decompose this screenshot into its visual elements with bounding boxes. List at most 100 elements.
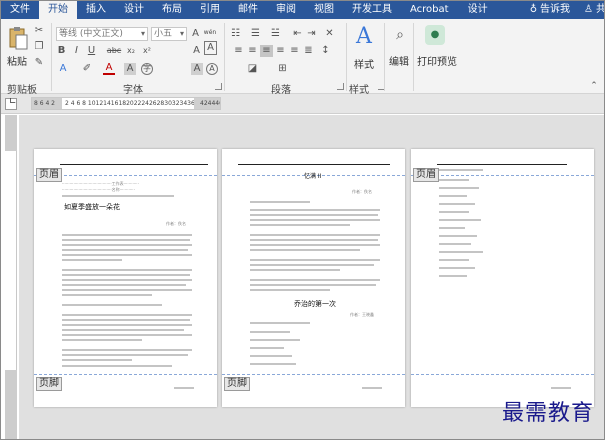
- collapse-ribbon-icon[interactable]: ⌃: [589, 81, 599, 91]
- tab-design[interactable]: 设计: [115, 1, 153, 19]
- char-shading-icon[interactable]: A: [124, 63, 136, 75]
- italic-icon[interactable]: I: [71, 45, 82, 57]
- tab-review[interactable]: 审阅: [267, 1, 305, 19]
- format-painter-icon[interactable]: ✎: [33, 57, 45, 69]
- vertical-ruler[interactable]: [5, 115, 17, 439]
- styles-button-label[interactable]: 样式: [354, 56, 374, 71]
- text-line: [439, 235, 477, 237]
- tell-me-box[interactable]: ♁ 告诉我: [522, 1, 570, 19]
- tab-mailings[interactable]: 邮件: [229, 1, 267, 19]
- tab-references[interactable]: 引用: [191, 1, 229, 19]
- tab-developer[interactable]: 开发工具: [343, 1, 401, 19]
- paste-label[interactable]: 粘贴: [7, 53, 27, 68]
- borders-icon[interactable]: ⊞: [276, 63, 289, 75]
- styles-icon[interactable]: A: [351, 24, 377, 50]
- text-line: [62, 289, 192, 291]
- text-line: [250, 219, 380, 221]
- grow-font-icon[interactable]: A: [190, 28, 201, 40]
- highlight-icon[interactable]: ✐: [81, 63, 93, 75]
- text-line: [62, 304, 162, 306]
- char-border-icon[interactable]: A: [204, 41, 217, 55]
- decrease-indent-icon[interactable]: ⇤: [291, 28, 304, 40]
- font-size-combo[interactable]: 小五 ▾: [151, 27, 187, 41]
- print-preview-icon[interactable]: ●: [425, 25, 445, 45]
- vruler-top-margin: [5, 115, 17, 151]
- print-preview-label[interactable]: 打印预览: [417, 53, 457, 68]
- footer-boundary: [411, 374, 594, 375]
- cut-icon[interactable]: ✂: [33, 25, 45, 37]
- phonetic-guide-icon[interactable]: wén: [202, 25, 218, 41]
- footer-tag[interactable]: 页脚: [224, 377, 250, 391]
- bullets-icon[interactable]: ☷: [229, 28, 242, 40]
- tab-selector[interactable]: ∟: [5, 97, 17, 110]
- align-center-icon[interactable]: ≡: [260, 45, 273, 57]
- chinese-layout-icon[interactable]: ✕: [323, 28, 336, 40]
- header-tag[interactable]: 页眉: [413, 168, 439, 182]
- tab-view[interactable]: 视图: [305, 1, 343, 19]
- bold-icon[interactable]: B: [56, 45, 67, 57]
- page2-subtitle: 乔治的第一次: [294, 300, 336, 308]
- line-spacing-icon[interactable]: ↕: [319, 45, 332, 57]
- superscript-icon[interactable]: x²: [141, 45, 153, 57]
- header-rule: [60, 164, 208, 165]
- copy-icon[interactable]: ❐: [33, 41, 45, 53]
- tab-file[interactable]: 文件: [1, 1, 39, 19]
- enclose-char-icon[interactable]: 字: [141, 63, 153, 75]
- text-line: [439, 243, 471, 245]
- clear-format-icon[interactable]: A: [191, 45, 202, 57]
- text-line: [250, 244, 380, 246]
- footer-tag[interactable]: 页脚: [36, 377, 62, 391]
- font-size-aa-icon[interactable]: A: [191, 63, 203, 75]
- text-line: [62, 249, 188, 251]
- horizontal-ruler[interactable]: 8 6 4 2 2 4 6 8 101214161820222426283032…: [31, 97, 221, 110]
- font-color-icon[interactable]: A: [103, 63, 115, 75]
- separator: [224, 23, 225, 91]
- page-3[interactable]: 页眉: [411, 149, 594, 407]
- page-1[interactable]: 页眉 ·····································…: [34, 149, 217, 407]
- paragraph-dialog-launcher[interactable]: [337, 83, 344, 90]
- tab-acrobat[interactable]: Acrobat: [401, 1, 458, 19]
- page1-title: 如夏季盛放一朵花: [64, 203, 120, 211]
- increase-indent-icon[interactable]: ⇥: [305, 28, 318, 40]
- font-name-combo[interactable]: 等线 (中文正文) ▾: [56, 27, 148, 41]
- text-line: [62, 339, 142, 341]
- share-button[interactable]: ♙ 共: [570, 1, 604, 19]
- separator: [384, 23, 385, 91]
- strikethrough-icon[interactable]: abc: [107, 45, 121, 57]
- page-2[interactable]: 忆满 II 作者：佚名 乔治的第一次 作者：王晓鑫 页脚: [222, 149, 405, 407]
- shading-icon[interactable]: ◪: [246, 63, 259, 75]
- distributed-icon[interactable]: ≣: [302, 45, 315, 57]
- header-tag[interactable]: 页眉: [36, 168, 62, 182]
- paste-icon[interactable]: [7, 25, 29, 51]
- text-line: [439, 219, 481, 221]
- multilevel-icon[interactable]: ☱: [269, 28, 282, 40]
- text-line: [250, 234, 380, 236]
- tab-home[interactable]: 开始: [39, 1, 77, 19]
- text-line: [250, 355, 292, 357]
- align-left-icon[interactable]: ≡: [246, 45, 259, 57]
- sort-icon[interactable]: ≡: [232, 45, 245, 57]
- align-right-icon[interactable]: ≡: [274, 45, 287, 57]
- footer-boundary: [222, 374, 405, 375]
- page-number-marker: [551, 387, 571, 389]
- ruler-bar: ∟ 8 6 4 2 2 4 6 8 1012141618202224262830…: [1, 94, 604, 114]
- subscript-icon[interactable]: x₂: [125, 45, 137, 57]
- edit-button-label[interactable]: 编辑: [389, 53, 409, 68]
- text-line: [62, 314, 192, 316]
- phonetic-a-icon[interactable]: A: [206, 63, 218, 75]
- text-line: [439, 259, 469, 261]
- text-effects-icon[interactable]: A: [57, 63, 69, 75]
- text-line: [62, 274, 190, 276]
- tab-insert[interactable]: 插入: [77, 1, 115, 19]
- text-line: [62, 324, 192, 326]
- justify-icon[interactable]: ≡: [288, 45, 301, 57]
- search-icon[interactable]: ⌕: [391, 26, 409, 44]
- font-dialog-launcher[interactable]: [215, 83, 222, 90]
- lightbulb-icon: ♁: [529, 4, 538, 15]
- numbering-icon[interactable]: ☰: [249, 28, 262, 40]
- tab-header-footer-design[interactable]: 设计: [458, 1, 498, 19]
- text-line: [62, 254, 192, 256]
- tab-layout[interactable]: 布局: [153, 1, 191, 19]
- underline-icon[interactable]: U: [86, 45, 97, 57]
- text-line: [250, 347, 284, 349]
